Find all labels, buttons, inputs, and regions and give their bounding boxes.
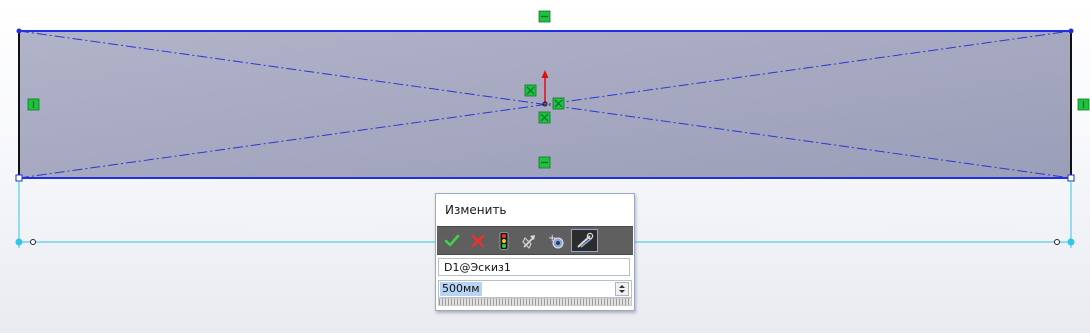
dimension-handle[interactable] <box>15 238 23 246</box>
check-icon <box>444 234 460 246</box>
thumbwheel-slider[interactable] <box>438 298 632 306</box>
dialog-toolbar: + <box>437 226 633 255</box>
dimension-value-input[interactable]: 500мм <box>438 280 632 298</box>
value-spinner[interactable] <box>615 282 629 296</box>
traffic-light-icon <box>499 231 509 250</box>
dimension-arrow-point <box>1054 239 1060 245</box>
mark-dimension-button[interactable]: + <box>544 229 568 252</box>
corner-point[interactable] <box>1068 28 1074 34</box>
reverse-dimension-button[interactable] <box>518 229 542 252</box>
vertical-relation-icon[interactable] <box>1077 98 1090 111</box>
modify-dimension-dialog[interactable]: Изменить + D1@Эскиз1 500мм <box>435 193 635 311</box>
cancel-button[interactable] <box>466 229 490 252</box>
dimension-name-field[interactable]: D1@Эскиз1 <box>438 258 630 276</box>
dimension-handle[interactable] <box>1067 238 1075 246</box>
coincident-relation-icon[interactable] <box>538 111 551 124</box>
corner-point[interactable] <box>16 28 22 34</box>
coincident-relation-icon[interactable] <box>552 97 565 110</box>
dialog-title: Изменить <box>445 203 507 217</box>
key-sketch-button[interactable] <box>571 229 598 252</box>
dimension-value-text[interactable]: 500мм <box>440 282 482 296</box>
reverse-dimension-icon <box>522 234 535 249</box>
key-sketch-icon <box>576 232 593 248</box>
ok-button[interactable] <box>440 229 464 252</box>
vertical-relation-icon[interactable] <box>27 98 40 111</box>
dimension-arrow-point <box>30 239 36 245</box>
mark-dimension-icon: + <box>548 233 564 248</box>
close-icon <box>471 234 485 247</box>
coincident-relation-icon[interactable] <box>524 84 537 97</box>
spinner-down-icon[interactable] <box>619 290 625 293</box>
horizontal-relation-icon[interactable] <box>538 156 551 169</box>
spinner-up-icon[interactable] <box>619 285 625 288</box>
horizontal-relation-icon[interactable] <box>538 10 551 23</box>
rebuild-button[interactable] <box>492 229 516 252</box>
